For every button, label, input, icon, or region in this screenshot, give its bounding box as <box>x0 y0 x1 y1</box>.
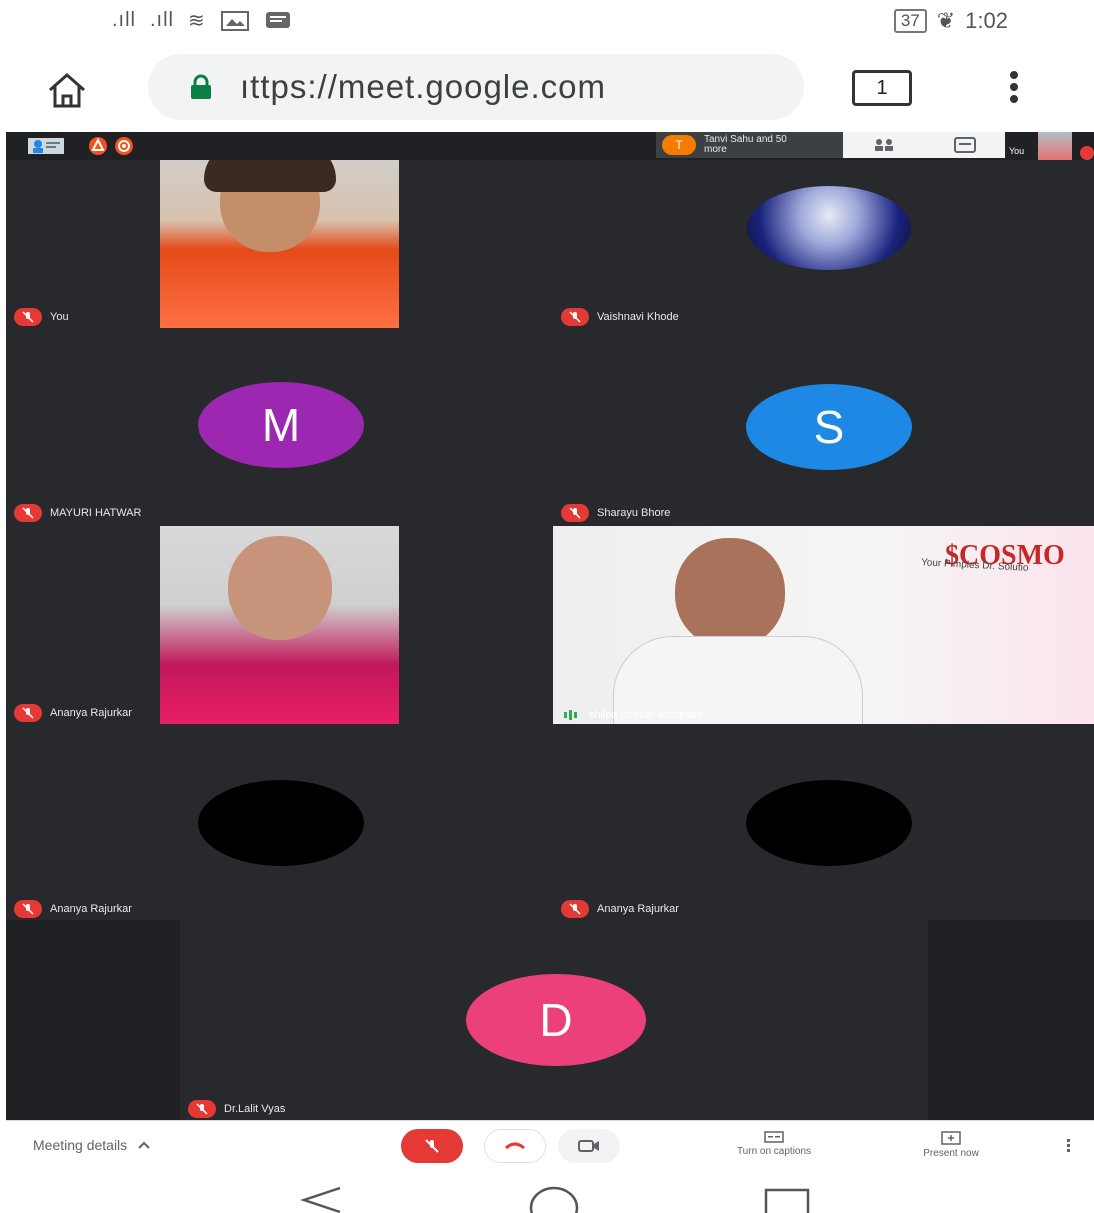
participant-name: Vaishnavi Khode <box>561 308 679 326</box>
person-head <box>228 536 332 640</box>
leave-call-button[interactable] <box>484 1129 546 1163</box>
participant-tile[interactable]: Ananya Rajurkar <box>6 524 553 724</box>
mic-muted-icon <box>561 900 589 918</box>
participant-tile-active-speaker[interactable]: $COSMO Your Pimples Dr. Solutio shilpa b… <box>553 524 1094 724</box>
avatar: D <box>466 974 646 1066</box>
participant-name: Ananya Rajurkar <box>14 900 132 918</box>
participant-video: $COSMO Your Pimples Dr. Solutio <box>553 526 1094 724</box>
participant-name-label: Dr.Lalit Vyas <box>224 1103 286 1115</box>
captions-button[interactable]: Turn on captions <box>714 1131 834 1157</box>
participant-name: shilpa bodkar Motghare <box>561 708 704 722</box>
participant-tile-you[interactable]: You <box>6 160 553 328</box>
alert-icon[interactable] <box>88 136 108 156</box>
participant-image <box>747 186 911 270</box>
home-icon[interactable] <box>46 70 88 110</box>
participant-name: Dr.Lalit Vyas <box>188 1100 285 1118</box>
self-view-label: You <box>1009 146 1025 156</box>
meet-toolbar: Meeting details Turn on captions Present… <box>6 1120 1094 1172</box>
participant-tile[interactable]: Ananya Rajurkar <box>553 724 1094 920</box>
gallery-notification-icon <box>220 10 249 31</box>
mic-muted-icon <box>14 308 42 326</box>
participant-tile[interactable]: Ananya Rajurkar <box>6 724 553 920</box>
participant-name-label: Ananya Rajurkar <box>597 903 679 915</box>
participant-name-label: MAYURI HATWAR <box>50 507 142 519</box>
person-head <box>675 538 785 648</box>
participant-name-label: Sharayu Bhore <box>597 507 671 519</box>
present-now-label: Present now <box>923 1148 979 1159</box>
battery-icon: 37 <box>893 9 927 33</box>
participant-tile[interactable]: S Sharayu Bhore <box>553 328 1094 524</box>
address-bar[interactable]: ıttps://meet.google.com <box>148 54 804 120</box>
avatar: M <box>198 382 364 468</box>
avatar <box>198 780 364 866</box>
participant-name: You <box>14 308 69 326</box>
signal-icon: .ıll <box>112 9 136 31</box>
mic-muted-icon <box>14 704 42 722</box>
participant-avatar-initial: T <box>662 135 696 155</box>
chat-icon[interactable] <box>954 137 976 153</box>
chevron-up-icon <box>138 1141 150 1149</box>
message-notification-icon <box>265 11 290 28</box>
mic-muted-icon <box>14 504 42 522</box>
hang-up-icon <box>505 1142 525 1150</box>
browser-toolbar: ıttps://meet.google.com 1 <box>0 42 1094 132</box>
participant-name: Ananya Rajurkar <box>14 704 132 722</box>
leaf-icon: ❦ <box>936 8 956 33</box>
present-now-button[interactable]: Present now <box>896 1131 1006 1159</box>
recents-icon[interactable] <box>764 1188 810 1213</box>
person-hair <box>204 160 336 192</box>
mic-muted-icon <box>561 308 589 326</box>
back-icon[interactable] <box>300 1186 344 1213</box>
captions-icon <box>764 1131 784 1143</box>
self-thumbnail <box>1038 132 1072 160</box>
system-nav-bar <box>0 1172 1094 1213</box>
url-text: ıttps://meet.google.com <box>240 68 607 105</box>
mic-muted-icon <box>14 900 42 918</box>
signal-icon-2: .ıll <box>150 9 174 31</box>
captions-label: Turn on captions <box>736 1146 812 1157</box>
more-options-icon[interactable] <box>1064 1137 1072 1154</box>
mic-muted-icon <box>561 504 589 522</box>
participant-video <box>160 526 399 724</box>
mic-muted-icon <box>188 1100 216 1118</box>
tab-switcher-button[interactable]: 1 <box>852 70 912 106</box>
camera-icon <box>578 1140 599 1152</box>
participant-tile[interactable]: M MAYURI HATWAR <box>6 328 553 524</box>
participant-name-label: shilpa bodkar Motghare <box>589 709 704 721</box>
participant-tile[interactable]: D Dr.Lalit Vyas <box>180 920 928 1120</box>
participants-chip[interactable]: T Tanvi Sahu and 50 more <box>656 132 843 158</box>
mic-toggle-button[interactable] <box>401 1129 463 1163</box>
participant-name-label: Ananya Rajurkar <box>50 903 132 915</box>
participant-name: Sharayu Bhore <box>561 504 670 522</box>
speaking-indicator-icon <box>564 710 577 720</box>
avatar <box>746 780 912 866</box>
home-nav-icon[interactable] <box>528 1186 580 1213</box>
participant-controls <box>843 132 1005 158</box>
meeting-details-button[interactable]: Meeting details <box>33 1137 151 1153</box>
participant-name-label: Ananya Rajurkar <box>50 707 132 719</box>
status-time: 1:02 <box>965 8 1008 33</box>
participants-count-text: Tanvi Sahu and 50 more <box>704 134 787 155</box>
present-icon <box>941 1131 961 1145</box>
thumbnail-mic-indicator <box>1080 146 1094 160</box>
participant-name: Ananya Rajurkar <box>561 900 679 918</box>
browser-menu-icon[interactable] <box>1004 68 1024 108</box>
meeting-details-label: Meeting details <box>33 1137 128 1153</box>
people-icon[interactable] <box>28 136 64 156</box>
status-bar: .ıll .ıll ≋ 37 ❦ 1:02 <box>0 0 1094 42</box>
camera-toggle-button[interactable] <box>558 1129 620 1163</box>
wifi-icon: ≋ <box>188 10 206 32</box>
mic-off-icon <box>425 1139 439 1153</box>
lock-icon <box>191 74 211 99</box>
record-icon[interactable] <box>114 136 134 156</box>
participant-video <box>160 160 399 328</box>
participant-name-label: You <box>50 311 69 323</box>
avatar: S <box>746 384 912 470</box>
participant-tile[interactable]: Vaishnavi Khode <box>553 160 1094 328</box>
meet-grid: T Tanvi Sahu and 50 more You You Vaishna… <box>6 132 1094 1120</box>
participant-name-label: Vaishnavi Khode <box>597 311 679 323</box>
participant-name: MAYURI HATWAR <box>14 504 141 522</box>
people-list-icon[interactable] <box>872 137 896 153</box>
